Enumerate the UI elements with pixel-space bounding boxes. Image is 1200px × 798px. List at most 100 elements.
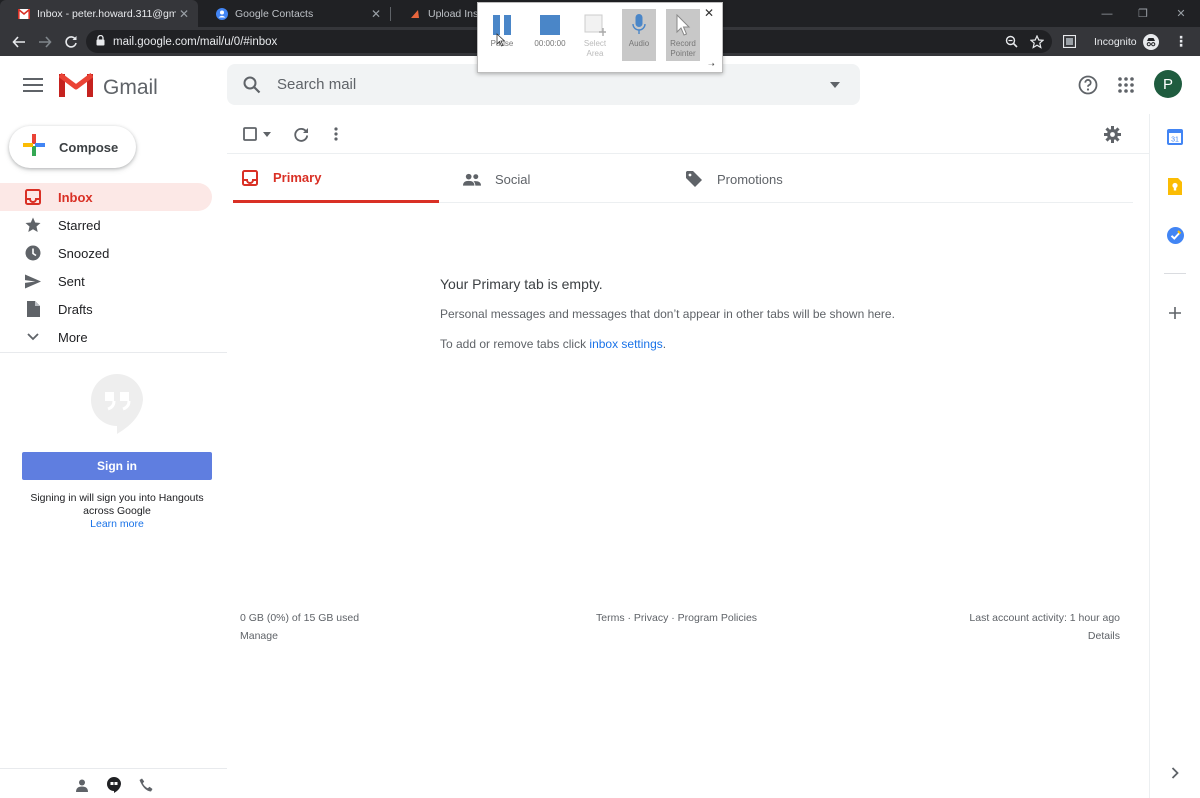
audio-toggle[interactable]: Audio — [622, 9, 656, 61]
manage-storage-link[interactable]: Manage — [240, 630, 278, 642]
lock-icon — [96, 33, 105, 51]
last-activity: Last account activity: 1 hour ago — [969, 612, 1120, 624]
main-panel: Primary Social Promotions Your Primary t… — [227, 114, 1149, 798]
close-icon[interactable]: ✕ — [368, 7, 384, 21]
hangouts-sign-in-note: Signing in will sign you into Hangouts a… — [30, 492, 204, 517]
list-toolbar — [227, 114, 1149, 154]
browser-tab-title: Upload Instru — [428, 7, 481, 20]
apps-grid-icon[interactable] — [1114, 73, 1138, 97]
browser-tab-title: Google Contacts — [235, 7, 314, 20]
inbox-icon — [241, 169, 259, 187]
incognito-indicator[interactable]: Incognito — [1094, 27, 1159, 56]
keep-icon[interactable] — [1164, 175, 1186, 197]
search-options-dropdown-icon[interactable] — [810, 81, 860, 88]
browser-tab-inbox[interactable]: Inbox - peter.howard.311@gmai ✕ — [0, 0, 198, 27]
policies-links[interactable]: Terms · Privacy · Program Policies — [596, 612, 757, 624]
sidebar-item-label: Drafts — [58, 301, 93, 317]
back-arrow-icon[interactable] — [6, 27, 32, 56]
search-input[interactable]: Search mail — [277, 76, 810, 93]
refresh-icon[interactable] — [291, 124, 311, 144]
activity-details-link[interactable]: Details — [1088, 630, 1120, 642]
select-dropdown-icon[interactable] — [257, 124, 277, 144]
incognito-icon — [1142, 33, 1159, 50]
browser-tab-contacts[interactable]: Google Contacts ✕ — [198, 0, 390, 27]
settings-hint-suffix: . — [662, 337, 667, 351]
phone-icon[interactable] — [135, 775, 157, 795]
compose-label: Compose — [59, 139, 119, 155]
tag-icon — [685, 170, 703, 188]
main-menu-icon[interactable] — [20, 73, 46, 97]
audio-label: Audio — [628, 39, 650, 48]
calendar-icon[interactable]: 31 — [1164, 126, 1186, 148]
chevron-right-icon[interactable] — [1164, 762, 1186, 784]
help-icon[interactable] — [1076, 73, 1100, 97]
tab-social[interactable]: Social — [455, 155, 661, 203]
zoom-icon[interactable] — [1000, 30, 1022, 53]
tab-label: Promotions — [717, 171, 783, 187]
contacts-favicon-icon — [216, 7, 228, 20]
restore-icon[interactable]: ❐ — [1124, 0, 1162, 27]
forward-arrow-icon[interactable] — [32, 27, 58, 56]
gmail-m-icon — [58, 73, 94, 102]
tab-promotions[interactable]: Promotions — [677, 155, 883, 203]
search-icon[interactable] — [227, 76, 277, 94]
empty-state-settings-hint: To add or remove tabs click inbox settin… — [440, 337, 666, 351]
close-window-icon[interactable]: ✕ — [1162, 0, 1200, 27]
empty-state-title: Your Primary tab is empty. — [440, 276, 603, 292]
send-icon — [25, 273, 41, 289]
hangouts-chat-icon[interactable] — [103, 775, 125, 795]
compose-plus-icon — [23, 133, 45, 161]
sidebar-item-snoozed[interactable]: Snoozed — [0, 239, 212, 267]
sidebar-item-drafts[interactable]: Drafts — [0, 295, 212, 323]
star-icon — [25, 217, 41, 233]
tab-primary[interactable]: Primary — [233, 155, 439, 203]
mouse-cursor-icon — [496, 33, 506, 52]
rail-divider — [1164, 273, 1186, 274]
more-options-icon[interactable] — [326, 124, 346, 144]
sidebar-item-more[interactable]: More — [0, 323, 212, 351]
expand-arrow-icon[interactable]: ➝ — [708, 60, 715, 69]
hangouts-sign-in-button[interactable]: Sign in — [22, 452, 212, 480]
settings-gear-icon[interactable] — [1102, 124, 1122, 144]
sidebar-item-inbox[interactable]: Inbox — [0, 183, 212, 211]
star-bookmark-icon[interactable] — [1026, 30, 1048, 53]
browser-tab-upload[interactable]: Upload Instru — [391, 0, 481, 27]
extension-icon[interactable] — [1056, 27, 1082, 56]
chevron-down-icon — [25, 329, 41, 345]
hangouts-learn-more-link[interactable]: Learn more — [22, 518, 212, 530]
gmail-wordmark: Gmail — [103, 75, 158, 99]
inbox-icon — [25, 189, 41, 205]
sidebar-bottom-bar — [0, 768, 227, 798]
select-area-icon — [584, 11, 606, 39]
tab-label: Primary — [273, 170, 322, 185]
reload-icon[interactable] — [58, 27, 84, 56]
svg-text:31: 31 — [1171, 137, 1179, 144]
draft-icon — [25, 301, 41, 317]
gmail-favicon-icon — [18, 8, 30, 20]
close-icon[interactable]: ✕ — [704, 6, 714, 20]
add-addon-icon[interactable] — [1164, 302, 1186, 324]
account-avatar[interactable]: P — [1154, 70, 1182, 98]
minimize-icon[interactable]: — — [1088, 0, 1126, 27]
right-side-panel: 31 — [1149, 114, 1200, 798]
sidebar-item-label: Snoozed — [58, 245, 110, 261]
inbox-settings-link[interactable]: inbox settings — [589, 337, 662, 351]
record-pointer-toggle[interactable]: Record Pointer — [666, 9, 700, 61]
sidebar-item-label: More — [58, 329, 88, 345]
tasks-icon[interactable] — [1164, 224, 1186, 246]
sidebar-item-label: Inbox — [58, 189, 93, 205]
sidebar-divider — [0, 352, 227, 353]
stop-icon — [540, 11, 560, 39]
compose-button[interactable]: Compose — [9, 126, 136, 168]
stop-button[interactable]: 00:00:00 — [530, 9, 570, 61]
gmail-logo[interactable]: Gmail — [58, 73, 158, 102]
sidebar-item-sent[interactable]: Sent — [0, 267, 212, 295]
close-icon[interactable]: ✕ — [176, 7, 192, 21]
select-area-button[interactable]: Select Area — [576, 9, 614, 61]
people-icon — [463, 170, 481, 188]
storage-usage: 0 GB (0%) of 15 GB used — [240, 612, 360, 624]
browser-menu-icon[interactable]: ⋮ — [1170, 27, 1192, 56]
person-icon[interactable] — [71, 775, 93, 795]
sidebar-item-starred[interactable]: Starred — [0, 211, 212, 239]
tab-label: Social — [495, 171, 531, 187]
